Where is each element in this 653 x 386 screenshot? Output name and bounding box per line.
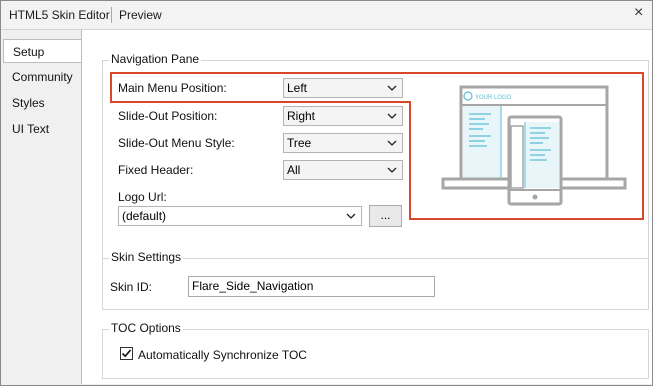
browse-logo-button[interactable]: ... [369, 205, 402, 227]
chevron-down-icon [387, 85, 397, 91]
slide-out-position-select[interactable]: Right [283, 106, 403, 126]
checkmark-icon [121, 349, 132, 358]
sidebar-item-ui-text[interactable]: UI Text [1, 117, 81, 141]
sidebar-item-community[interactable]: Community [1, 65, 81, 89]
logo-url-label: Logo Url: [118, 190, 167, 204]
fixed-header-label: Fixed Header: [118, 163, 194, 177]
skin-settings-title: Skin Settings [109, 250, 184, 264]
fixed-header-select[interactable]: All [283, 160, 403, 180]
toc-options-title: TOC Options [109, 321, 183, 335]
tab-html5-skin-editor[interactable]: HTML5 Skin Editor [9, 1, 110, 29]
skin-id-label: Skin ID: [110, 280, 153, 294]
sidebar: Setup Community Styles UI Text [1, 30, 81, 385]
auto-sync-toc-label[interactable]: Automatically Synchronize TOC [138, 348, 307, 362]
chevron-down-icon [387, 113, 397, 119]
slide-out-position-value: Right [287, 109, 316, 123]
skin-editor-window: HTML5 Skin Editor Preview × Setup Commun… [0, 0, 653, 386]
navigation-preview-illustration: YOUR LOGO [441, 85, 627, 206]
logo-url-combobox[interactable]: (default) [118, 206, 362, 226]
slide-out-menu-style-value: Tree [287, 136, 312, 150]
main-menu-position-value: Left [287, 81, 308, 95]
sidebar-item-styles[interactable]: Styles [1, 91, 81, 115]
auto-sync-toc-checkbox[interactable] [120, 347, 133, 360]
main-menu-position-label: Main Menu Position: [118, 81, 227, 95]
close-icon[interactable]: × [634, 5, 643, 21]
sidebar-item-setup[interactable]: Setup [3, 39, 81, 63]
chevron-down-icon [387, 140, 397, 146]
logo-url-value: (default) [122, 209, 167, 223]
tab-separator [111, 7, 112, 23]
fixed-header-value: All [287, 163, 301, 177]
setup-panel: Navigation Pane Main Menu Position: Left… [81, 30, 652, 384]
navigation-pane-title: Navigation Pane [109, 52, 202, 66]
chevron-down-icon [346, 213, 356, 219]
slide-out-menu-style-label: Slide-Out Menu Style: [118, 136, 235, 150]
editor-tab-bar: HTML5 Skin Editor Preview × [1, 1, 652, 30]
slide-out-menu-style-select[interactable]: Tree [283, 133, 403, 153]
slide-out-position-label: Slide-Out Position: [118, 109, 218, 123]
skin-id-input[interactable]: Flare_Side_Navigation [188, 276, 435, 297]
preview-logo-text: YOUR LOGO [475, 95, 512, 101]
main-menu-position-select[interactable]: Left [283, 78, 403, 98]
tab-preview[interactable]: Preview [119, 1, 162, 29]
chevron-down-icon [387, 167, 397, 173]
